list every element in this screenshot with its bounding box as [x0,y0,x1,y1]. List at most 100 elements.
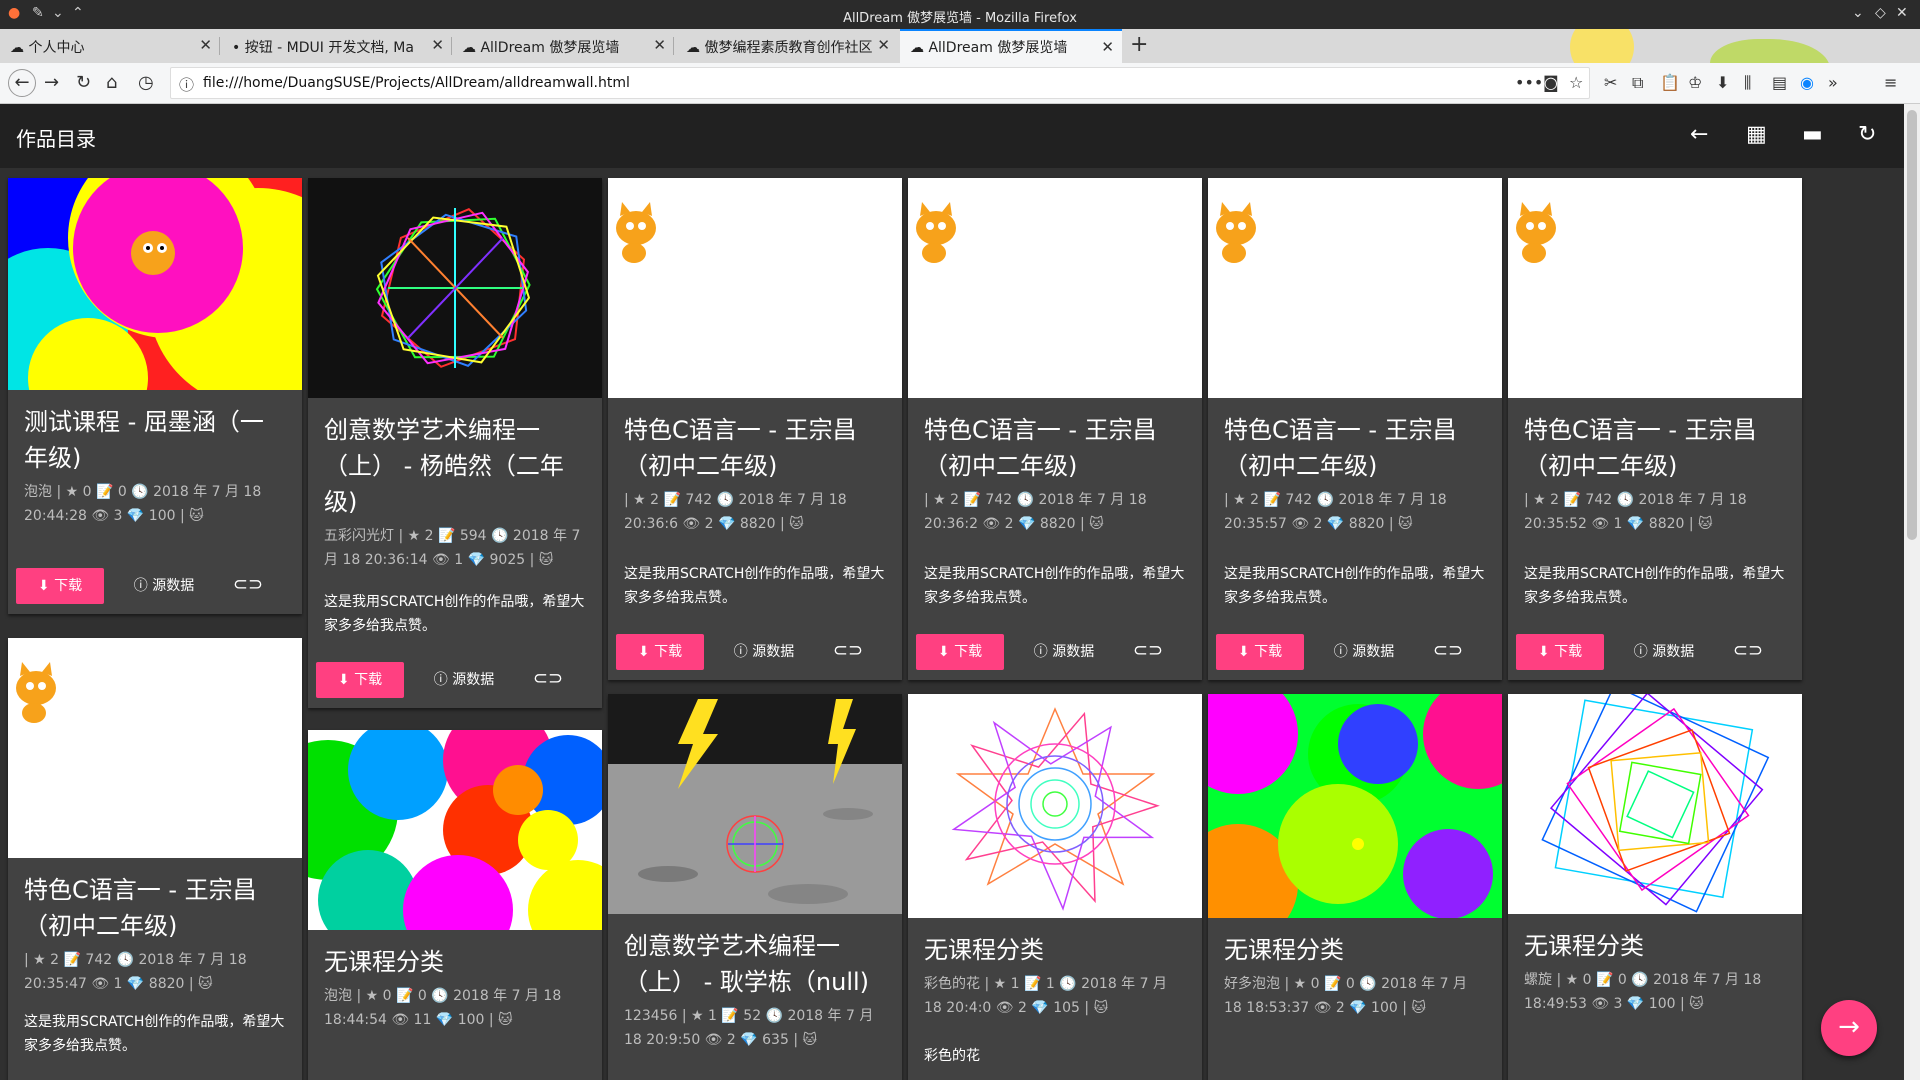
address-bar[interactable]: ⓘ file:///home/DuangSUSE/Projects/AllDre… [170,67,1590,99]
library-icon[interactable]: ⫼ [1744,73,1751,93]
work-thumbnail[interactable] [1208,694,1502,918]
work-description: 这是我用SCRATCH创作的作品哦，希望大家多多给我点赞。 [624,566,885,606]
link-button[interactable]: ⊂⊃ [1130,634,1166,670]
url-text[interactable]: file:///home/DuangSUSE/Projects/AllDream… [203,75,630,91]
close-tab-icon[interactable]: ✕ [199,36,212,54]
work-title: 创意数学艺术编程一（上） - 杨皓然（二年级) [324,416,564,516]
info-icon: ⓘ [433,672,453,688]
source-data-button[interactable]: ⓘ 源数据 [1612,634,1716,670]
menu-icon[interactable]: ≡ [1884,73,1897,92]
work-thumbnail[interactable] [308,178,602,398]
downloads-icon[interactable]: ⬇ [1716,73,1729,92]
account-icon[interactable]: ◉ [1800,73,1814,92]
history-icon[interactable]: ◷ [138,72,154,93]
download-label: 下载 [54,578,83,594]
source-data-button[interactable]: ⓘ 源数据 [112,568,216,604]
work-card: 创意数学艺术编程一（上） - 耿学栋（null) 123456 | ★ 1 📝 … [608,694,902,1080]
work-card: 特色C语言一 - 王宗昌（初中二年级) | ★ 2 📝 742 🕓 2018 年… [1208,178,1502,680]
download-button[interactable]: ⬇ 下载 [1216,634,1304,670]
pocket-icon[interactable]: ◙ [1543,73,1559,92]
work-description: 这是我用SCRATCH创作的作品哦，希望大家多多给我点赞。 [324,594,585,634]
window-titlebar: ● ✎ ⌄ ⌃ AllDream 傲梦展览墙 - Mozilla Firefox… [0,0,1920,29]
work-thumbnail[interactable] [608,694,902,914]
work-thumbnail[interactable] [8,178,302,390]
minimize-icon[interactable]: ⌄ [1852,5,1864,21]
download-button[interactable]: ⬇ 下载 [1516,634,1604,670]
link-icon: ⊂⊃ [1132,640,1164,661]
download-button[interactable]: ⬇ 下载 [916,634,1004,670]
work-thumbnail[interactable] [8,638,302,858]
source-data-button[interactable]: ⓘ 源数据 [712,634,816,670]
work-thumbnail[interactable] [1508,178,1802,398]
tab-aomeng-community[interactable]: ☁ 傲梦编程素质教育创作社区 ✕ [676,29,898,63]
work-thumbnail[interactable] [608,178,902,398]
work-thumbnail[interactable] [1208,178,1502,398]
work-title: 测试课程 - 屈墨涵（一年级) [24,408,264,472]
next-page-button[interactable]: → [1821,1000,1877,1056]
sidebar-icon[interactable]: ▤ [1772,73,1787,92]
copy-icon[interactable]: ⧉ [1632,73,1643,93]
close-window-icon[interactable]: ✕ [1896,5,1908,21]
link-button[interactable]: ⊂⊃ [1430,634,1466,670]
link-button[interactable]: ⊂⊃ [830,634,866,670]
work-card: 无课程分类 泡泡 | ★ 0 📝 0 🕓 2018 年 7 月 18 18:44… [308,730,602,1080]
maximize-icon[interactable]: ◇ [1875,5,1886,21]
cut-icon[interactable]: ✂ [1604,73,1617,92]
download-icon: ⬇ [637,644,655,660]
work-thumbnail[interactable] [308,730,602,930]
link-button[interactable]: ⊂⊃ [1730,634,1766,670]
download-label: 下载 [1554,644,1583,660]
download-icon: ⬇ [1537,644,1555,660]
work-title: 特色C语言一 - 王宗昌（初中二年级) [1524,416,1757,480]
work-thumbnail[interactable] [908,178,1202,398]
source-data-button[interactable]: ⓘ 源数据 [1012,634,1116,670]
work-description: 彩色的花 [924,1048,980,1064]
link-icon: ⊂⊃ [832,640,864,661]
work-thumbnail[interactable] [908,694,1202,918]
theme-sun-decoration [1570,29,1634,63]
scrollbar-thumb[interactable] [1907,110,1917,540]
source-data-button[interactable]: ⓘ 源数据 [412,662,516,698]
tab-alldream-active[interactable]: ☁ AllDream 傲梦展览墙 ✕ [900,29,1122,63]
tab-icon: ☁ [462,40,481,56]
back-icon[interactable]: ← [8,69,36,97]
close-tab-icon[interactable]: ✕ [1101,38,1114,56]
new-tab-icon[interactable]: + [1130,32,1148,57]
source-data-button[interactable]: ⓘ 源数据 [1312,634,1416,670]
paste-icon[interactable]: 📋 [1660,73,1680,92]
card-actions: ⬇ 下载 ⓘ 源数据 ⊂⊃ [908,624,1202,680]
site-info-icon[interactable]: ⓘ [179,74,194,95]
reload-icon[interactable]: ↻ [76,72,91,93]
source-label: 源数据 [152,578,195,594]
overflow-icon[interactable]: » [1828,73,1838,92]
back-arrow-icon[interactable]: ← [1690,122,1708,147]
view-mode-icon[interactable]: ▦ [1746,122,1767,147]
tab-icon: ☁ [10,40,29,56]
refresh-icon[interactable]: ↻ [1858,122,1876,147]
close-tab-icon[interactable]: ✕ [653,36,666,54]
tab-alldream-1[interactable]: ☁ AllDream 傲梦展览墙 ✕ [452,29,674,63]
bookmark-star-icon[interactable]: ☆ [1569,73,1583,92]
work-card: 创意数学艺术编程一（上） - 杨皓然（二年级) 五彩闪光灯 | ★ 2 📝 59… [308,178,602,708]
download-button[interactable]: ⬇ 下载 [16,568,104,604]
info-icon: ⓘ [1333,644,1353,660]
page-actions-icon[interactable]: ••• [1515,73,1543,92]
work-thumbnail[interactable] [1508,694,1802,914]
download-label: 下载 [354,672,383,688]
link-button[interactable]: ⊂⊃ [230,568,266,604]
work-title: 无课程分类 [1524,932,1644,960]
tab-mdui-docs[interactable]: • 按钮 - MDUI 开发文档, Ma ✕ [222,29,452,63]
close-tab-icon[interactable]: ✕ [877,36,890,54]
link-button[interactable]: ⊂⊃ [530,662,566,698]
close-tab-icon[interactable]: ✕ [431,36,444,54]
tab-personal-center[interactable]: ☁ 个人中心 ✕ [0,29,220,63]
download-button[interactable]: ⬇ 下载 [616,634,704,670]
folder-icon[interactable]: ▬ [1802,122,1823,147]
extension-icon[interactable]: ♔ [1688,73,1702,92]
forward-icon[interactable]: → [44,72,59,93]
download-button[interactable]: ⬇ 下载 [316,662,404,698]
page-scrollbar[interactable] [1904,104,1920,1080]
home-icon[interactable]: ⌂ [106,72,117,93]
work-meta: 123456 | ★ 1 📝 52 🕓 2018 年 7 月 18 20:9:5… [624,1008,874,1048]
info-icon: ⓘ [133,578,153,594]
